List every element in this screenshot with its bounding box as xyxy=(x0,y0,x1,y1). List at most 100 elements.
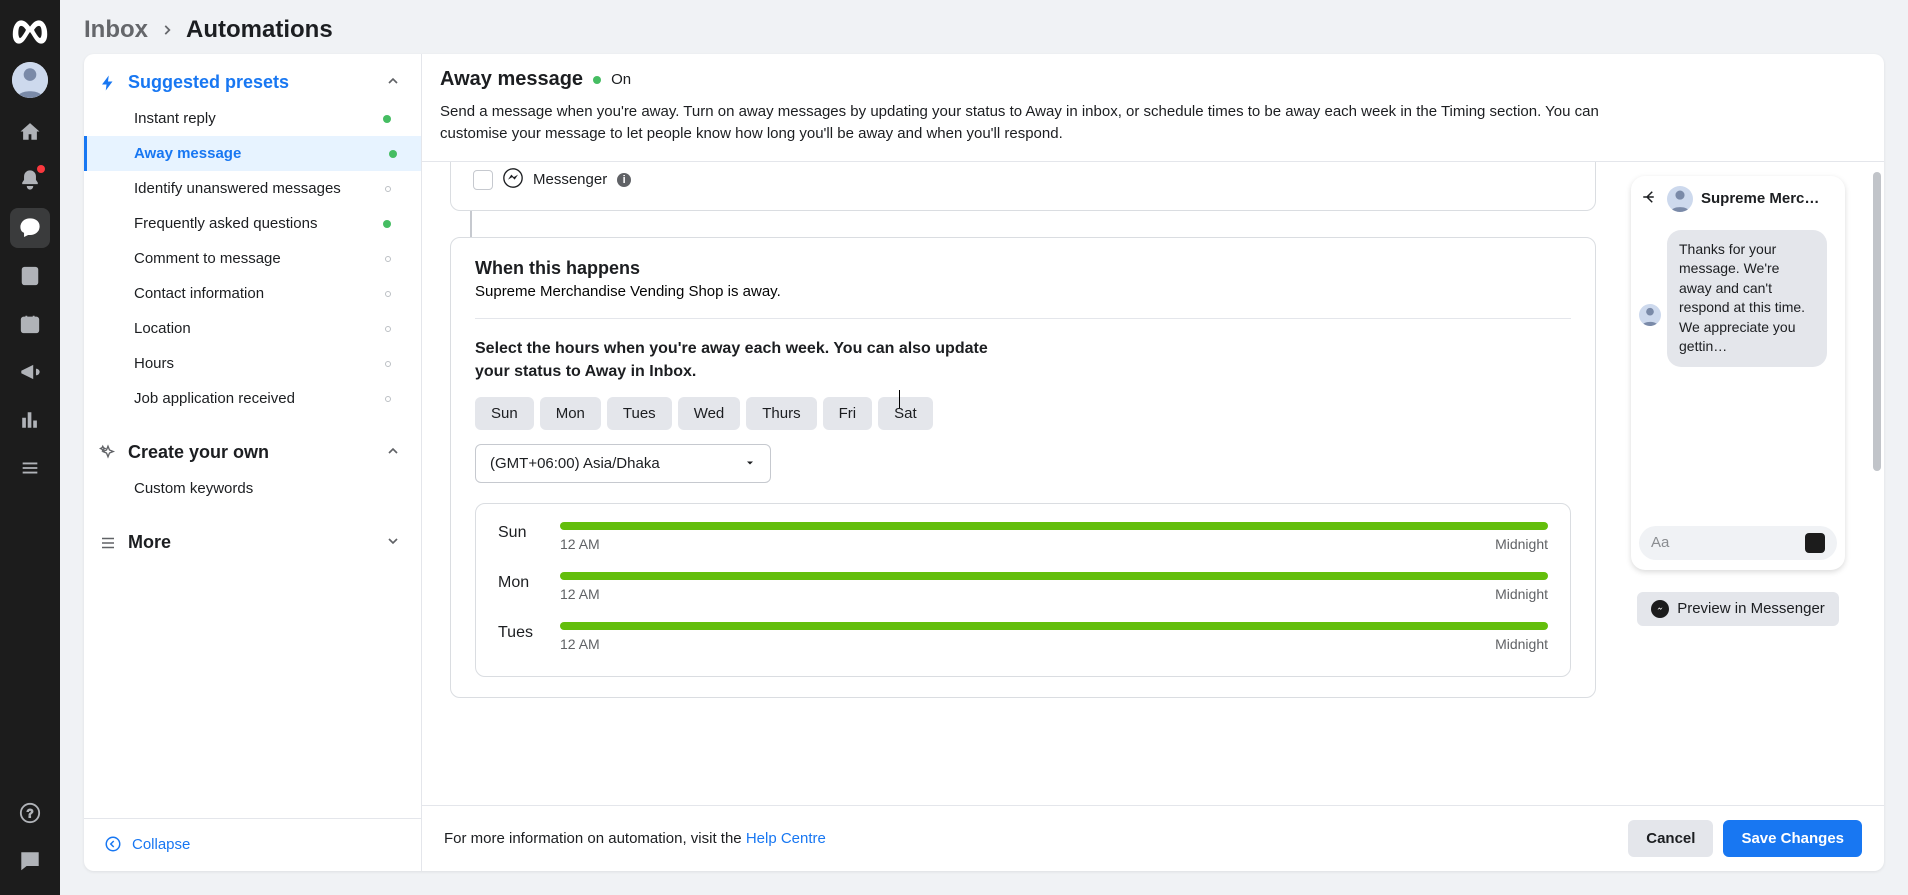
automation-description: Send a message when you're away. Turn on… xyxy=(440,101,1600,145)
preview-back-icon[interactable] xyxy=(1641,188,1659,210)
messenger-icon xyxy=(1651,600,1669,618)
list-icon xyxy=(96,534,120,552)
status-dot-on xyxy=(383,220,391,228)
messenger-label: Messenger xyxy=(533,171,607,188)
status-dot-off xyxy=(385,291,391,297)
nav-ads-icon[interactable] xyxy=(10,352,50,392)
nav-notifications-icon[interactable] xyxy=(10,160,50,200)
day-pill-fri[interactable]: Fri xyxy=(823,397,873,430)
preview-in-messenger-button[interactable]: Preview in Messenger xyxy=(1637,592,1839,626)
suggested-presets-header[interactable]: Suggested presets xyxy=(84,54,421,101)
status-dot-off xyxy=(385,396,391,402)
preset-label: Away message xyxy=(134,145,241,162)
flow-connector xyxy=(470,211,472,237)
scrollbar-thumb[interactable] xyxy=(1873,172,1881,471)
when-this-happens-card: When this happens Supreme Merchandise Ve… xyxy=(450,237,1596,698)
automation-title: Away message xyxy=(440,68,583,91)
preset-label: Job application received xyxy=(134,390,295,407)
collapse-sidebar-button[interactable]: Collapse xyxy=(84,818,421,871)
create-your-own-header[interactable]: Create your own xyxy=(84,424,421,471)
preset-label: Identify unanswered messages xyxy=(134,180,341,197)
preset-identify-unanswered[interactable]: Identify unanswered messages xyxy=(90,171,415,206)
status-dot-off xyxy=(385,186,391,192)
schedule-bar[interactable] xyxy=(560,572,1548,580)
cancel-button[interactable]: Cancel xyxy=(1628,820,1713,857)
preset-away-message[interactable]: Away message xyxy=(84,136,421,171)
nav-insights-icon[interactable] xyxy=(10,400,50,440)
caret-down-icon xyxy=(744,457,756,469)
nav-home-icon[interactable] xyxy=(10,112,50,152)
status-dot-off xyxy=(385,256,391,262)
schedule-row-sun: Sun 12 AM Midnight xyxy=(498,522,1548,552)
nav-planner-icon[interactable] xyxy=(10,304,50,344)
timezone-select[interactable]: (GMT+06:00) Asia/Dhaka xyxy=(475,444,771,483)
day-filter-pills: Sun Mon Tues Wed Thurs Fri Sat xyxy=(475,397,1571,430)
when-instruction: Select the hours when you're away each w… xyxy=(475,337,1015,383)
preset-label: Hours xyxy=(134,355,174,372)
footer-info-text: For more information on automation, visi… xyxy=(444,830,826,847)
content-header: Away message On Send a message when you'… xyxy=(422,54,1884,162)
schedule-bar[interactable] xyxy=(560,622,1548,630)
day-pill-mon[interactable]: Mon xyxy=(540,397,601,430)
preview-bubble-avatar xyxy=(1639,304,1661,326)
messenger-preview: Supreme Merc… Thanks for your message. W… xyxy=(1631,176,1845,570)
preset-faq[interactable]: Frequently asked questions xyxy=(90,206,415,241)
svg-text:?: ? xyxy=(26,807,33,821)
channel-messenger-row: Messenger i xyxy=(450,162,1596,211)
schedule-bar[interactable] xyxy=(560,522,1548,530)
timezone-value: (GMT+06:00) Asia/Dhaka xyxy=(490,455,660,472)
preset-label: Instant reply xyxy=(134,110,216,127)
config-column[interactable]: Messenger i When this happens Supreme Me… xyxy=(422,162,1624,806)
account-avatar[interactable] xyxy=(12,62,48,98)
preset-contact-info[interactable]: Contact information xyxy=(90,276,415,311)
status-dot-off xyxy=(385,361,391,367)
nav-inbox-icon[interactable] xyxy=(10,208,50,248)
when-title: When this happens xyxy=(475,258,1571,279)
nav-posts-icon[interactable] xyxy=(10,256,50,296)
preset-location[interactable]: Location xyxy=(90,311,415,346)
day-pill-tues[interactable]: Tues xyxy=(607,397,672,430)
custom-keywords-item[interactable]: Custom keywords xyxy=(90,471,415,506)
info-icon[interactable]: i xyxy=(617,173,631,187)
when-subtitle: Supreme Merchandise Vending Shop is away… xyxy=(475,283,1571,300)
day-pill-thurs[interactable]: Thurs xyxy=(746,397,816,430)
sticker-icon xyxy=(1805,533,1825,553)
chevron-down-icon xyxy=(385,533,401,553)
nav-report-icon[interactable] xyxy=(10,841,50,881)
day-pill-wed[interactable]: Wed xyxy=(678,397,741,430)
day-pill-sat[interactable]: Sat xyxy=(878,397,933,430)
lightning-icon xyxy=(96,74,120,92)
nav-all-tools-icon[interactable] xyxy=(10,448,50,488)
preview-input-placeholder: Aa xyxy=(1651,534,1669,551)
status-dot-on xyxy=(383,115,391,123)
preset-label: Contact information xyxy=(134,285,264,302)
notification-badge xyxy=(37,165,45,173)
collapse-icon xyxy=(104,835,122,853)
day-pill-sun[interactable]: Sun xyxy=(475,397,534,430)
preset-label: Frequently asked questions xyxy=(134,215,317,232)
chevron-up-icon xyxy=(385,73,401,93)
preset-comment-to-message[interactable]: Comment to message xyxy=(90,241,415,276)
preview-message-bubble: Thanks for your message. We're away and … xyxy=(1667,230,1827,368)
chevron-right-icon xyxy=(160,16,174,44)
breadcrumb: Inbox Automations xyxy=(60,0,1908,54)
status-dot-on xyxy=(593,76,601,84)
scrollbar[interactable] xyxy=(1870,162,1884,806)
breadcrumb-parent[interactable]: Inbox xyxy=(84,16,148,44)
global-nav-rail: ? xyxy=(0,0,60,895)
more-header[interactable]: More xyxy=(84,514,421,561)
messenger-checkbox[interactable] xyxy=(473,170,493,190)
nav-help-icon[interactable]: ? xyxy=(10,793,50,833)
preset-hours[interactable]: Hours xyxy=(90,346,415,381)
preset-instant-reply[interactable]: Instant reply xyxy=(90,101,415,136)
meta-logo[interactable] xyxy=(10,12,50,52)
preview-column: Supreme Merc… Thanks for your message. W… xyxy=(1624,162,1870,806)
messenger-icon xyxy=(503,168,523,192)
preset-job-application[interactable]: Job application received xyxy=(90,381,415,416)
content-body: Messenger i When this happens Supreme Me… xyxy=(422,162,1884,806)
help-centre-link[interactable]: Help Centre xyxy=(746,830,826,847)
content-footer: For more information on automation, visi… xyxy=(422,805,1884,871)
preview-avatar xyxy=(1667,186,1693,212)
save-changes-button[interactable]: Save Changes xyxy=(1723,820,1862,857)
text-cursor xyxy=(899,390,900,408)
